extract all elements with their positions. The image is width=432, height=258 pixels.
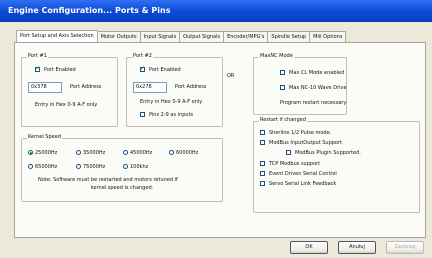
kernel-label-35000: 35000Hz (83, 150, 106, 156)
port2-address-input[interactable]: 0x278 (133, 82, 167, 93)
maxnc-cl-checkbox[interactable] (280, 70, 285, 75)
restart-tcp-modbus-checkbox[interactable] (260, 161, 265, 166)
port1-enabled-label: Port Enabled (44, 67, 76, 73)
kernel-radio-60000[interactable] (169, 150, 174, 155)
or-label: OR (227, 73, 235, 79)
kernel-label-100k: 100khz (130, 164, 149, 170)
kernel-label-25000: 25000Hz (35, 150, 58, 156)
port1-hint: Entry in Hex 0-9 A-F only (35, 102, 98, 108)
port1-address-input[interactable]: 0x378 (28, 82, 62, 93)
kernel-radio-75000[interactable] (76, 164, 81, 169)
restart-group: Restart if changed Sherline 1/2 Pulse mo… (253, 117, 420, 213)
kernel-note-line2: kernel speed is changed. (90, 185, 154, 191)
port1-address-label: Port Address (70, 84, 102, 90)
window-title: Engine Configuration... Ports & Pins (0, 0, 432, 22)
kernel-radio-35000[interactable] (76, 150, 81, 155)
port2-pins-checkbox[interactable] (140, 112, 145, 117)
port1-group: Port #1 Port Enabled 0x378 Port Address … (21, 53, 118, 127)
port2-pins-label: Pins 2-9 as inputs (149, 112, 194, 118)
maxnc-nc10-label: Max NC-10 Wave Drive (289, 85, 347, 91)
tab-strip: Port Setup and Axis Selection Motor Outp… (16, 30, 347, 43)
kernel-radio-100k[interactable] (123, 164, 128, 169)
kernel-radio-25000[interactable] (28, 150, 33, 155)
maxnc-group: MaxNC Mode Max CL Mode enabled Max NC-10… (253, 53, 347, 115)
apply-button[interactable]: Zastosuj (386, 241, 424, 254)
cancel-button[interactable]: Anuluj (338, 241, 376, 254)
kernel-radio-65000[interactable] (28, 164, 33, 169)
restart-modbus-io-label: ModBus InputOutput Support (269, 140, 343, 146)
maxnc-cl-label: Max CL Mode enabled (289, 70, 345, 76)
kernel-label-75000: 75000Hz (83, 164, 106, 170)
kernel-title: Kernel Speed (27, 134, 62, 140)
kernel-label-45000: 45000Hz (130, 150, 153, 156)
port2-enabled-checkbox[interactable] (140, 65, 145, 72)
port2-enabled-label: Port Enabled (149, 67, 181, 73)
kernel-radio-45000[interactable] (123, 150, 128, 155)
port2-group: Port #2 Port Enabled 0x278 Port Address … (126, 53, 223, 127)
restart-modbus-plugin-label: ModBus Plugin Supported. (295, 150, 361, 156)
ok-button[interactable]: OK (290, 241, 328, 254)
port1-enabled-checkbox[interactable] (35, 65, 40, 72)
restart-modbus-io-checkbox[interactable] (260, 140, 265, 145)
restart-servo-serial-label: Servo Serial Link Feedback (269, 181, 337, 187)
dialog-window: Engine Configuration... Ports & Pins Por… (0, 0, 432, 258)
port2-address-label: Port Address (175, 84, 207, 90)
kernel-speed-group: Kernel Speed 25000Hz 35000Hz 45000Hz 600… (21, 134, 223, 202)
port2-hint: Entry in Hex 0-9 A-F only (140, 99, 203, 105)
kernel-note-line1: Note: Software must be restarted and mot… (38, 177, 178, 183)
restart-sherline-checkbox[interactable] (260, 130, 265, 135)
restart-modbus-plugin-checkbox[interactable] (286, 150, 291, 155)
restart-title: Restart if changed (259, 117, 307, 123)
restart-event-serial-checkbox[interactable] (260, 171, 265, 176)
kernel-label-60000: 60000Hz (176, 150, 199, 156)
restart-servo-serial-checkbox[interactable] (260, 181, 265, 186)
port2-title: Port #2 (132, 53, 153, 59)
restart-sherline-label: Sherline 1/2 Pulse mode. (269, 130, 332, 136)
restart-tcp-modbus-label: TCP Modbus support (269, 161, 321, 167)
tab-page: Port #1 Port Enabled 0x378 Port Address … (14, 42, 426, 238)
restart-event-serial-label: Event Driven Serial Control (269, 171, 337, 177)
kernel-label-65000: 65000Hz (35, 164, 58, 170)
maxnc-note: Program restart necessary (280, 100, 347, 106)
maxnc-title: MaxNC Mode (259, 53, 294, 59)
maxnc-nc10-checkbox[interactable] (280, 85, 285, 90)
port1-title: Port #1 (27, 53, 48, 59)
